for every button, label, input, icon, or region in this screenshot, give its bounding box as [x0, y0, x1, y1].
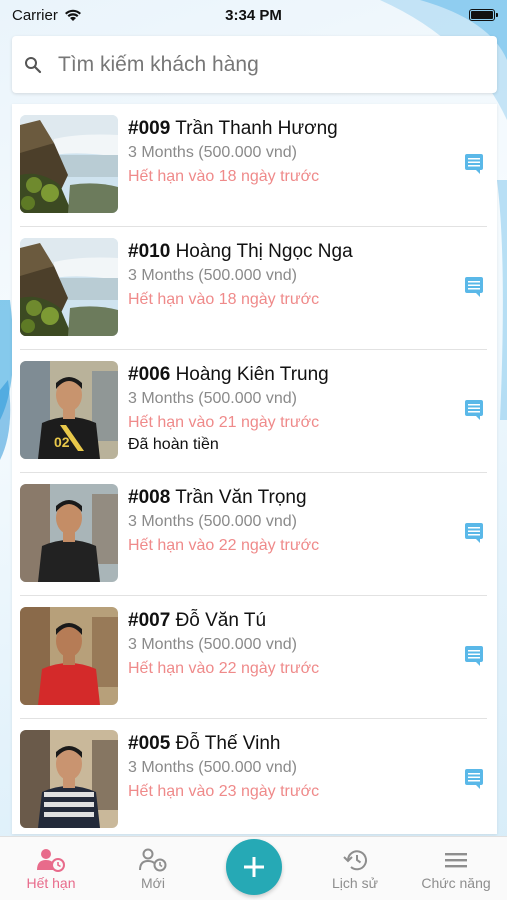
- customer-name-line: #009 Trần Thanh Hương: [128, 117, 489, 141]
- note-icon: [464, 522, 484, 549]
- customer-expiry: Hết hạn vào 22 ngày trước: [128, 660, 320, 677]
- customer-row[interactable]: #007 Đỗ Văn Tú 3 Months (500.000 vnd) Hế…: [12, 596, 497, 719]
- customer-name: Trần Văn Trọng: [175, 487, 307, 508]
- tab-label-functions: Chức năng: [421, 875, 491, 891]
- customer-name: Hoàng Kiên Trung: [175, 364, 329, 385]
- battery-icon: [469, 9, 498, 21]
- menu-icon: [445, 853, 467, 868]
- customer-name: Hoàng Thị Ngọc Nga: [175, 241, 353, 262]
- customer-expiry: Hết hạn vào 23 ngày trước: [128, 783, 320, 800]
- customer-refund-status: Đã hoàn tiền: [128, 436, 219, 453]
- customer-info: #005 Đỗ Thế Vinh 3 Months (500.000 vnd) …: [128, 730, 489, 803]
- tab-new[interactable]: Mới: [108, 837, 198, 900]
- customer-row[interactable]: #009 Trần Thanh Hương 3 Months (500.000 …: [12, 104, 497, 227]
- note-icon: [464, 276, 484, 303]
- customer-avatar: [20, 730, 118, 828]
- customer-avatar: [20, 238, 118, 336]
- tab-functions[interactable]: Chức năng: [411, 837, 501, 900]
- customer-code: #006: [128, 364, 171, 385]
- customer-plan: 3 Months (500.000 vnd): [128, 513, 297, 530]
- customer-info: #006 Hoàng Kiên Trung 3 Months (500.000 …: [128, 361, 489, 456]
- tab-history[interactable]: Lịch sử: [310, 837, 400, 900]
- customer-plan: 3 Months (500.000 vnd): [128, 144, 297, 161]
- carrier-label: Carrier: [12, 6, 58, 24]
- customer-info: #007 Đỗ Văn Tú 3 Months (500.000 vnd) Hế…: [128, 607, 489, 680]
- customer-plan: 3 Months (500.000 vnd): [128, 759, 297, 776]
- customer-avatar: 02: [20, 361, 118, 459]
- plus-icon: [244, 857, 264, 877]
- customer-row[interactable]: 02 #006 Hoàng Kiên Trung 3 Months (500.0…: [12, 350, 497, 473]
- tab-label-history: Lịch sử: [332, 875, 378, 891]
- note-icon: [464, 768, 484, 795]
- customer-expiry: Hết hạn vào 22 ngày trước: [128, 537, 320, 554]
- customer-name: Đỗ Văn Tú: [175, 610, 267, 631]
- note-button[interactable]: [463, 153, 485, 180]
- tab-label-new: Mới: [141, 875, 165, 891]
- customer-name: Trần Thanh Hương: [175, 118, 338, 139]
- status-bar: Carrier 3:34 PM: [0, 0, 507, 30]
- history-icon: [343, 850, 367, 871]
- customer-code: #005: [128, 733, 171, 754]
- person-clock-icon: [37, 849, 65, 872]
- status-left: Carrier: [12, 7, 82, 24]
- customer-expiry: Hết hạn vào 21 ngày trước: [128, 414, 320, 431]
- customer-code: #010: [128, 241, 171, 262]
- person-new-icon: [139, 848, 167, 872]
- note-icon: [464, 153, 484, 180]
- customer-info: #010 Hoàng Thị Ngọc Nga 3 Months (500.00…: [128, 238, 489, 311]
- customer-expiry: Hết hạn vào 18 ngày trước: [128, 168, 320, 185]
- customer-list[interactable]: #009 Trần Thanh Hương 3 Months (500.000 …: [12, 104, 497, 834]
- tab-expired[interactable]: Hết hạn: [6, 837, 96, 900]
- customer-name: Đỗ Thế Vinh: [175, 733, 281, 754]
- tab-label-expired: Hết hạn: [26, 875, 76, 891]
- customer-avatar: [20, 484, 118, 582]
- wifi-icon: [64, 9, 81, 21]
- customer-plan: 3 Months (500.000 vnd): [128, 267, 297, 284]
- customer-name-line: #006 Hoàng Kiên Trung: [128, 363, 489, 387]
- customer-code: #008: [128, 487, 171, 508]
- customer-avatar: [20, 607, 118, 705]
- customer-name-line: #008 Trần Văn Trọng: [128, 486, 489, 510]
- customer-plan: 3 Months (500.000 vnd): [128, 636, 297, 653]
- customer-expiry: Hết hạn vào 18 ngày trước: [128, 291, 320, 308]
- customer-name-line: #005 Đỗ Thế Vinh: [128, 732, 489, 756]
- customer-code: #009: [128, 118, 171, 139]
- search-bar[interactable]: [12, 36, 497, 93]
- search-icon: [25, 56, 42, 73]
- customer-avatar: [20, 115, 118, 213]
- note-button[interactable]: [463, 399, 485, 426]
- customer-info: #008 Trần Văn Trọng 3 Months (500.000 vn…: [128, 484, 489, 557]
- note-button[interactable]: [463, 276, 485, 303]
- customer-code: #007: [128, 610, 171, 631]
- customer-name-line: #010 Hoàng Thị Ngọc Nga: [128, 240, 489, 264]
- note-button[interactable]: [463, 768, 485, 795]
- customer-row[interactable]: #008 Trần Văn Trọng 3 Months (500.000 vn…: [12, 473, 497, 596]
- svg-text:02: 02: [54, 434, 70, 450]
- customer-row[interactable]: #005 Đỗ Thế Vinh 3 Months (500.000 vnd) …: [12, 719, 497, 834]
- note-button[interactable]: [463, 522, 485, 549]
- search-input[interactable]: [58, 52, 458, 77]
- customer-plan: 3 Months (500.000 vnd): [128, 390, 297, 407]
- note-icon: [464, 399, 484, 426]
- note-button[interactable]: [463, 645, 485, 672]
- customer-name-line: #007 Đỗ Văn Tú: [128, 609, 489, 633]
- add-customer-button[interactable]: [226, 839, 282, 895]
- customer-row[interactable]: #010 Hoàng Thị Ngọc Nga 3 Months (500.00…: [12, 227, 497, 350]
- note-icon: [464, 645, 484, 672]
- customer-info: #009 Trần Thanh Hương 3 Months (500.000 …: [128, 115, 489, 188]
